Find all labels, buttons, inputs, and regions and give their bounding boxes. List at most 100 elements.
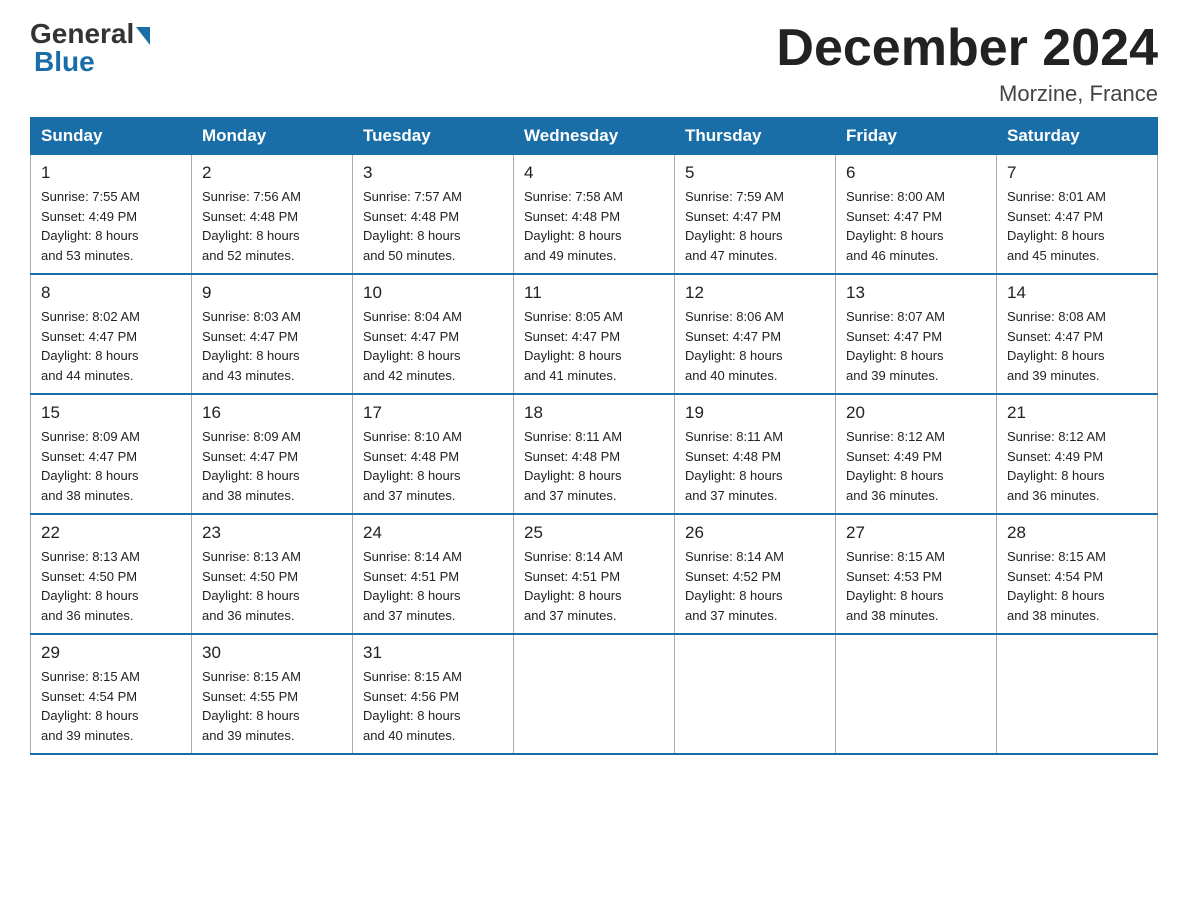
day-number: 5	[685, 163, 825, 183]
day-number: 24	[363, 523, 503, 543]
calendar-cell: 1 Sunrise: 7:55 AM Sunset: 4:49 PM Dayli…	[31, 155, 192, 275]
calendar-cell: 22 Sunrise: 8:13 AM Sunset: 4:50 PM Dayl…	[31, 514, 192, 634]
calendar-cell	[997, 634, 1158, 754]
day-number: 15	[41, 403, 181, 423]
day-info: Sunrise: 7:55 AM Sunset: 4:49 PM Dayligh…	[41, 187, 181, 265]
calendar-week-row: 29 Sunrise: 8:15 AM Sunset: 4:54 PM Dayl…	[31, 634, 1158, 754]
day-number: 12	[685, 283, 825, 303]
day-number: 27	[846, 523, 986, 543]
day-number: 17	[363, 403, 503, 423]
day-number: 22	[41, 523, 181, 543]
calendar-cell: 2 Sunrise: 7:56 AM Sunset: 4:48 PM Dayli…	[192, 155, 353, 275]
month-title: December 2024	[776, 20, 1158, 77]
day-number: 4	[524, 163, 664, 183]
day-number: 7	[1007, 163, 1147, 183]
day-number: 26	[685, 523, 825, 543]
calendar-week-row: 8 Sunrise: 8:02 AM Sunset: 4:47 PM Dayli…	[31, 274, 1158, 394]
calendar-cell: 21 Sunrise: 8:12 AM Sunset: 4:49 PM Dayl…	[997, 394, 1158, 514]
col-saturday: Saturday	[997, 118, 1158, 155]
col-monday: Monday	[192, 118, 353, 155]
day-info: Sunrise: 8:12 AM Sunset: 4:49 PM Dayligh…	[1007, 427, 1147, 505]
calendar-header: Sunday Monday Tuesday Wednesday Thursday…	[31, 118, 1158, 155]
day-info: Sunrise: 8:15 AM Sunset: 4:55 PM Dayligh…	[202, 667, 342, 745]
day-info: Sunrise: 7:56 AM Sunset: 4:48 PM Dayligh…	[202, 187, 342, 265]
day-info: Sunrise: 8:08 AM Sunset: 4:47 PM Dayligh…	[1007, 307, 1147, 385]
calendar-cell: 16 Sunrise: 8:09 AM Sunset: 4:47 PM Dayl…	[192, 394, 353, 514]
location-label: Morzine, France	[776, 81, 1158, 107]
calendar-cell: 3 Sunrise: 7:57 AM Sunset: 4:48 PM Dayli…	[353, 155, 514, 275]
day-number: 2	[202, 163, 342, 183]
day-info: Sunrise: 8:14 AM Sunset: 4:51 PM Dayligh…	[524, 547, 664, 625]
day-number: 25	[524, 523, 664, 543]
day-number: 13	[846, 283, 986, 303]
calendar-cell: 20 Sunrise: 8:12 AM Sunset: 4:49 PM Dayl…	[836, 394, 997, 514]
calendar-cell: 18 Sunrise: 8:11 AM Sunset: 4:48 PM Dayl…	[514, 394, 675, 514]
day-info: Sunrise: 7:57 AM Sunset: 4:48 PM Dayligh…	[363, 187, 503, 265]
day-number: 31	[363, 643, 503, 663]
day-info: Sunrise: 8:07 AM Sunset: 4:47 PM Dayligh…	[846, 307, 986, 385]
day-info: Sunrise: 8:15 AM Sunset: 4:54 PM Dayligh…	[1007, 547, 1147, 625]
calendar-cell: 19 Sunrise: 8:11 AM Sunset: 4:48 PM Dayl…	[675, 394, 836, 514]
calendar-week-row: 15 Sunrise: 8:09 AM Sunset: 4:47 PM Dayl…	[31, 394, 1158, 514]
calendar-cell: 12 Sunrise: 8:06 AM Sunset: 4:47 PM Dayl…	[675, 274, 836, 394]
calendar-cell: 7 Sunrise: 8:01 AM Sunset: 4:47 PM Dayli…	[997, 155, 1158, 275]
day-number: 3	[363, 163, 503, 183]
calendar-cell: 31 Sunrise: 8:15 AM Sunset: 4:56 PM Dayl…	[353, 634, 514, 754]
calendar-cell	[836, 634, 997, 754]
calendar-cell: 9 Sunrise: 8:03 AM Sunset: 4:47 PM Dayli…	[192, 274, 353, 394]
calendar-body: 1 Sunrise: 7:55 AM Sunset: 4:49 PM Dayli…	[31, 155, 1158, 755]
logo-blue-text: Blue	[34, 48, 95, 76]
header-row: Sunday Monday Tuesday Wednesday Thursday…	[31, 118, 1158, 155]
day-number: 30	[202, 643, 342, 663]
calendar-cell: 13 Sunrise: 8:07 AM Sunset: 4:47 PM Dayl…	[836, 274, 997, 394]
page-header: General Blue December 2024 Morzine, Fran…	[30, 20, 1158, 107]
day-info: Sunrise: 8:15 AM Sunset: 4:53 PM Dayligh…	[846, 547, 986, 625]
calendar-cell: 5 Sunrise: 7:59 AM Sunset: 4:47 PM Dayli…	[675, 155, 836, 275]
col-friday: Friday	[836, 118, 997, 155]
day-info: Sunrise: 8:12 AM Sunset: 4:49 PM Dayligh…	[846, 427, 986, 505]
day-info: Sunrise: 8:01 AM Sunset: 4:47 PM Dayligh…	[1007, 187, 1147, 265]
calendar-cell: 27 Sunrise: 8:15 AM Sunset: 4:53 PM Dayl…	[836, 514, 997, 634]
calendar-cell: 8 Sunrise: 8:02 AM Sunset: 4:47 PM Dayli…	[31, 274, 192, 394]
logo-arrow-icon	[136, 27, 150, 45]
col-sunday: Sunday	[31, 118, 192, 155]
calendar-cell: 4 Sunrise: 7:58 AM Sunset: 4:48 PM Dayli…	[514, 155, 675, 275]
day-number: 10	[363, 283, 503, 303]
calendar-cell: 11 Sunrise: 8:05 AM Sunset: 4:47 PM Dayl…	[514, 274, 675, 394]
day-info: Sunrise: 8:15 AM Sunset: 4:56 PM Dayligh…	[363, 667, 503, 745]
day-number: 9	[202, 283, 342, 303]
day-info: Sunrise: 8:13 AM Sunset: 4:50 PM Dayligh…	[202, 547, 342, 625]
calendar-week-row: 22 Sunrise: 8:13 AM Sunset: 4:50 PM Dayl…	[31, 514, 1158, 634]
day-info: Sunrise: 8:11 AM Sunset: 4:48 PM Dayligh…	[524, 427, 664, 505]
day-number: 1	[41, 163, 181, 183]
day-number: 11	[524, 283, 664, 303]
calendar-cell: 26 Sunrise: 8:14 AM Sunset: 4:52 PM Dayl…	[675, 514, 836, 634]
day-info: Sunrise: 8:09 AM Sunset: 4:47 PM Dayligh…	[202, 427, 342, 505]
col-wednesday: Wednesday	[514, 118, 675, 155]
day-number: 19	[685, 403, 825, 423]
calendar-cell: 6 Sunrise: 8:00 AM Sunset: 4:47 PM Dayli…	[836, 155, 997, 275]
day-info: Sunrise: 8:15 AM Sunset: 4:54 PM Dayligh…	[41, 667, 181, 745]
day-number: 21	[1007, 403, 1147, 423]
day-info: Sunrise: 8:00 AM Sunset: 4:47 PM Dayligh…	[846, 187, 986, 265]
day-info: Sunrise: 8:14 AM Sunset: 4:52 PM Dayligh…	[685, 547, 825, 625]
logo: General Blue	[30, 20, 150, 76]
day-info: Sunrise: 8:14 AM Sunset: 4:51 PM Dayligh…	[363, 547, 503, 625]
calendar-cell: 14 Sunrise: 8:08 AM Sunset: 4:47 PM Dayl…	[997, 274, 1158, 394]
day-number: 6	[846, 163, 986, 183]
day-info: Sunrise: 8:06 AM Sunset: 4:47 PM Dayligh…	[685, 307, 825, 385]
day-info: Sunrise: 8:05 AM Sunset: 4:47 PM Dayligh…	[524, 307, 664, 385]
day-info: Sunrise: 8:10 AM Sunset: 4:48 PM Dayligh…	[363, 427, 503, 505]
day-info: Sunrise: 8:03 AM Sunset: 4:47 PM Dayligh…	[202, 307, 342, 385]
day-info: Sunrise: 8:04 AM Sunset: 4:47 PM Dayligh…	[363, 307, 503, 385]
day-number: 23	[202, 523, 342, 543]
day-number: 18	[524, 403, 664, 423]
title-block: December 2024 Morzine, France	[776, 20, 1158, 107]
day-number: 8	[41, 283, 181, 303]
day-number: 29	[41, 643, 181, 663]
day-info: Sunrise: 8:11 AM Sunset: 4:48 PM Dayligh…	[685, 427, 825, 505]
calendar-cell: 28 Sunrise: 8:15 AM Sunset: 4:54 PM Dayl…	[997, 514, 1158, 634]
day-number: 14	[1007, 283, 1147, 303]
day-info: Sunrise: 7:59 AM Sunset: 4:47 PM Dayligh…	[685, 187, 825, 265]
calendar-cell: 24 Sunrise: 8:14 AM Sunset: 4:51 PM Dayl…	[353, 514, 514, 634]
